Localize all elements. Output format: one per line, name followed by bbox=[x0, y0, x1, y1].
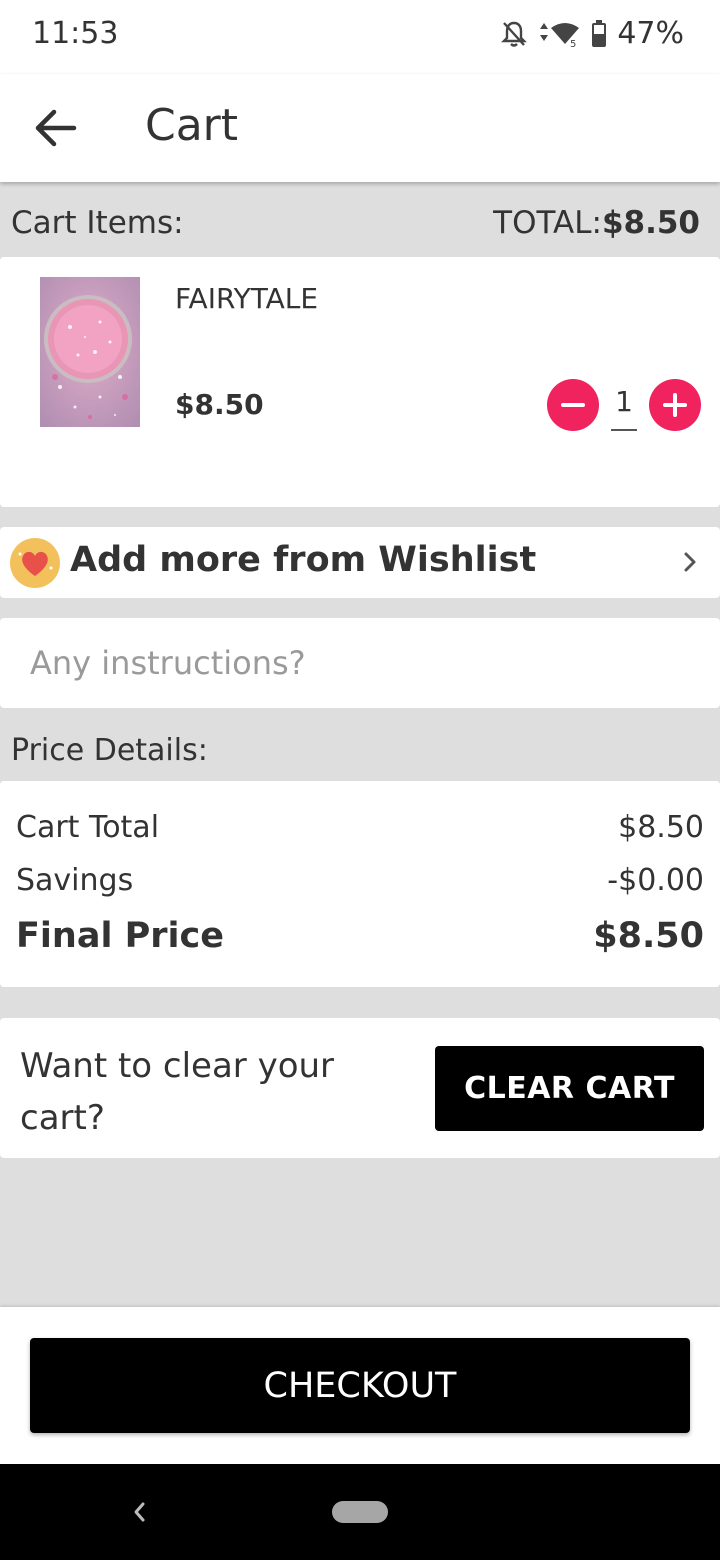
total-value: $8.50 bbox=[601, 205, 700, 241]
savings-value: -$0.00 bbox=[607, 863, 704, 898]
notifications-off-icon bbox=[501, 21, 528, 47]
cart-item-card bbox=[0, 257, 720, 565]
final-price-label: Final Price bbox=[16, 916, 225, 956]
savings-label: Savings bbox=[16, 863, 134, 898]
heart-icon bbox=[10, 538, 60, 588]
cart-total: TOTAL:$8.50 bbox=[493, 205, 700, 241]
total-label: TOTAL: bbox=[493, 205, 602, 241]
item-price: $8.50 bbox=[175, 388, 264, 421]
plus-icon bbox=[663, 393, 687, 417]
cart-items-label: Cart Items: bbox=[11, 205, 184, 241]
clear-cart-prompt: Want to clear your cart? bbox=[20, 1046, 335, 1138]
system-nav-bar bbox=[0, 1464, 720, 1560]
wishlist-row[interactable]: Add more from Wishlist bbox=[0, 527, 720, 598]
cart-total-label: Cart Total bbox=[16, 810, 160, 845]
wishlist-label: Add more from Wishlist bbox=[70, 540, 537, 580]
nav-home-pill[interactable] bbox=[332, 1501, 388, 1523]
status-time: 11:53 bbox=[32, 16, 119, 51]
checkout-button[interactable]: CHECKOUT bbox=[30, 1338, 690, 1433]
nav-back-icon[interactable] bbox=[128, 1498, 150, 1526]
status-icons: 5 47% bbox=[501, 16, 684, 51]
cart-summary-header: Cart Items: TOTAL:$8.50 bbox=[0, 185, 720, 257]
final-price-value: $8.50 bbox=[593, 916, 704, 956]
app-bar: Cart bbox=[0, 74, 720, 182]
instructions-input[interactable] bbox=[30, 636, 690, 690]
wifi-data-icon: 5 bbox=[540, 22, 580, 48]
clear-cart-button[interactable]: CLEAR CART bbox=[435, 1046, 704, 1131]
battery-icon bbox=[592, 19, 607, 47]
status-bar: 11:53 5 47% bbox=[0, 0, 720, 74]
battery-level: 47% bbox=[617, 16, 684, 51]
item-name[interactable]: FAIRYTALE bbox=[175, 282, 318, 315]
minus-icon bbox=[561, 403, 585, 407]
back-arrow-icon[interactable] bbox=[30, 102, 82, 154]
cart-total-value: $8.50 bbox=[618, 810, 704, 845]
decrease-quantity-button[interactable] bbox=[547, 379, 599, 431]
instructions-card bbox=[0, 618, 720, 708]
chevron-right-icon bbox=[684, 552, 696, 572]
increase-quantity-button[interactable] bbox=[649, 379, 701, 431]
svg-text:5: 5 bbox=[570, 39, 576, 48]
price-details-heading: Price Details: bbox=[11, 733, 208, 768]
page-title: Cart bbox=[145, 100, 239, 151]
quantity-value[interactable]: 1 bbox=[611, 385, 637, 431]
product-image[interactable] bbox=[40, 277, 140, 427]
